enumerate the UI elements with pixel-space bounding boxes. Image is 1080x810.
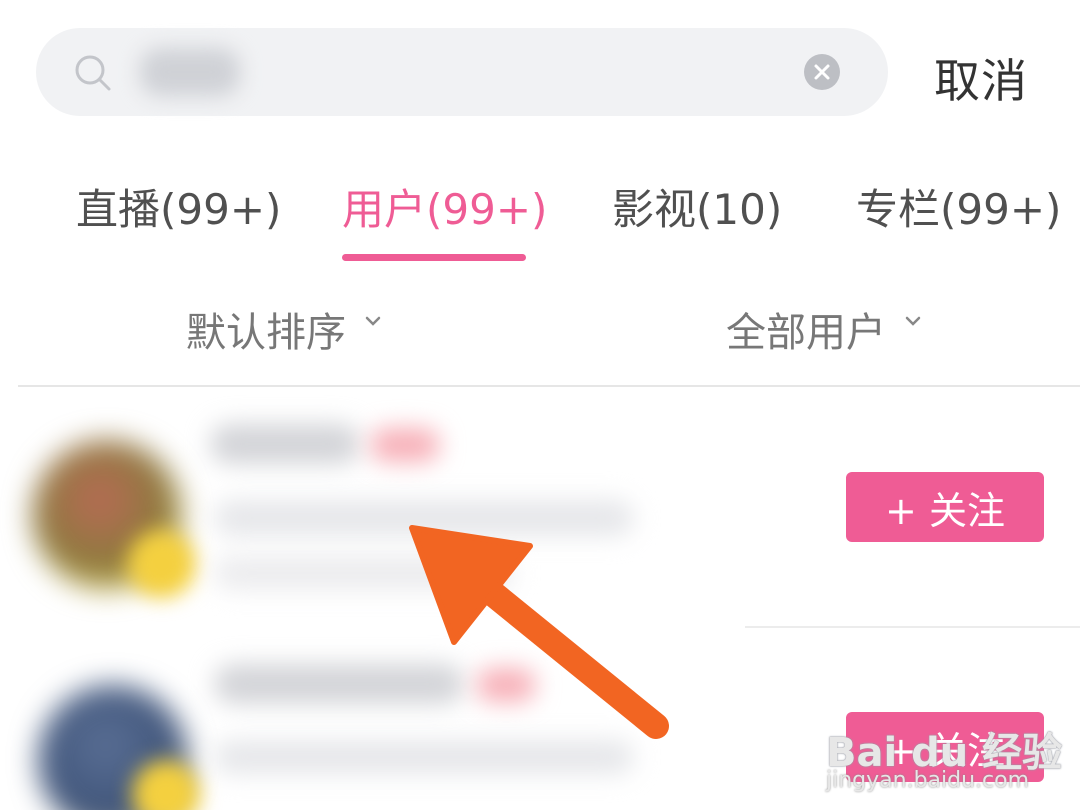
arrow-shaft bbox=[457, 562, 669, 739]
baidu-watermark: Bai du 经验 jingyan.baidu.com bbox=[826, 690, 1062, 793]
watermark-url: jingyan.baidu.com bbox=[826, 768, 1030, 793]
annotation-arrow bbox=[409, 525, 669, 739]
